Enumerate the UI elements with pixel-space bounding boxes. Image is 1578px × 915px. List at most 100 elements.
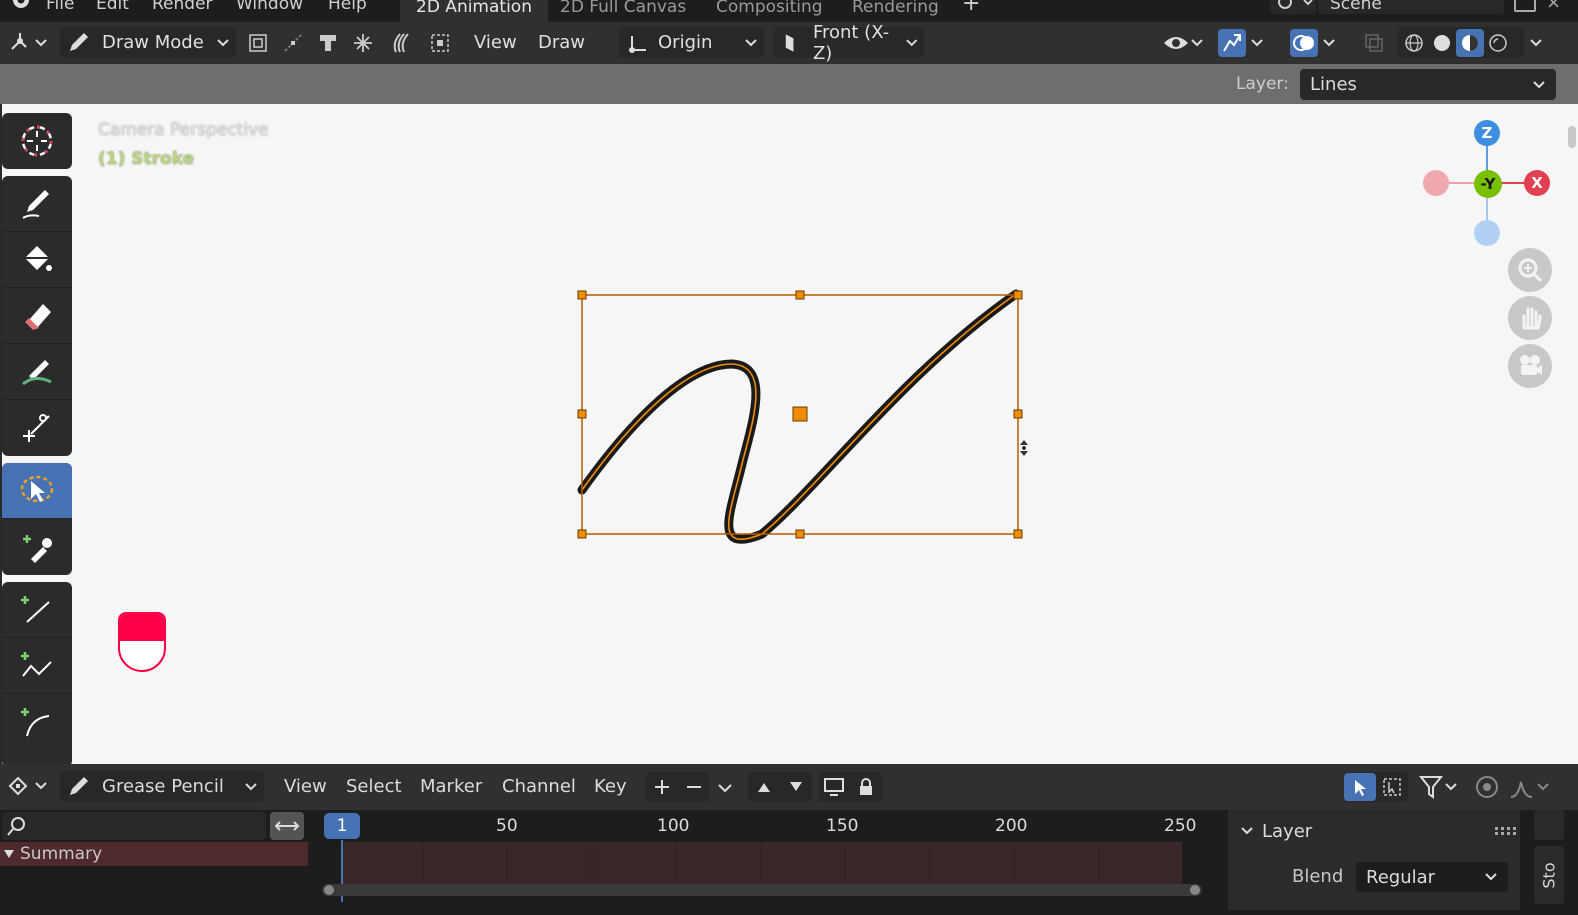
frame-ruler[interactable]: 1 50 100 150 200 250: [310, 810, 1220, 842]
cutter-tool[interactable]: [2, 400, 72, 456]
timeline-menu-channel[interactable]: Channel: [502, 776, 576, 797]
select-tool[interactable]: [2, 463, 72, 519]
keyframe-area[interactable]: [342, 842, 1182, 888]
layer-specials-button[interactable]: [716, 780, 734, 800]
move-layer-down-button[interactable]: [780, 773, 812, 801]
tint-tool[interactable]: [2, 344, 72, 400]
filter-dropdown[interactable]: [1418, 774, 1462, 800]
handle-bottom-mid[interactable]: [795, 529, 805, 539]
blender-logo-icon[interactable]: [6, 0, 32, 14]
fill-tool[interactable]: [2, 232, 72, 288]
viewport-scrollbar[interactable]: [1566, 104, 1578, 764]
proportional-edit-button[interactable]: [1474, 774, 1502, 805]
select-stroke-button[interactable]: [314, 27, 342, 58]
handle-bottom-right[interactable]: [1013, 529, 1023, 539]
gizmo-y-axis[interactable]: -Y: [1474, 170, 1502, 198]
arc-tool[interactable]: [2, 694, 72, 750]
lock-layer-button[interactable]: [850, 773, 882, 801]
zoom-button[interactable]: [1508, 248, 1552, 292]
handle-mid-left[interactable]: [577, 409, 587, 419]
rendered-shading-icon[interactable]: [1484, 29, 1512, 57]
handle-mid-right[interactable]: [1013, 409, 1023, 419]
falloff-dropdown[interactable]: [1508, 774, 1554, 805]
solid-shading-icon[interactable]: [1428, 29, 1456, 57]
scene-name-field[interactable]: Scene: [1318, 0, 1504, 14]
handle-bottom-left[interactable]: [577, 529, 587, 539]
shading-options-button[interactable]: [1526, 27, 1546, 58]
close-icon[interactable]: ×: [1546, 0, 1561, 13]
gizmo-neg-z-axis[interactable]: [1474, 220, 1500, 246]
auto-merge-button[interactable]: [349, 27, 377, 58]
gizmo-x-axis[interactable]: X: [1524, 170, 1550, 196]
timeline-editor-type-button[interactable]: [6, 772, 50, 800]
onion-skin-button[interactable]: [387, 27, 415, 58]
menu-edit[interactable]: Edit: [96, 0, 129, 14]
add-workspace-button[interactable]: +: [962, 0, 980, 16]
multiframe-button[interactable]: [244, 27, 272, 58]
material-shading-icon[interactable]: [1456, 28, 1484, 57]
timeline-menu-key[interactable]: Key: [594, 776, 627, 797]
layer-dropdown[interactable]: Lines: [1300, 69, 1556, 100]
xray-button[interactable]: [1360, 27, 1388, 58]
tab-compositing[interactable]: Compositing: [700, 0, 839, 22]
pan-button[interactable]: [1508, 296, 1552, 340]
isolate-layer-button[interactable]: [818, 773, 850, 801]
mode-dropdown[interactable]: Draw Mode: [60, 27, 236, 58]
handle-top-right[interactable]: [1013, 290, 1023, 300]
scrollbar-end-handle[interactable]: [1190, 885, 1200, 895]
overlays-button[interactable]: [1290, 27, 1338, 58]
handle-top-mid[interactable]: [795, 290, 805, 300]
tab-2d-full-canvas[interactable]: 2D Full Canvas: [544, 0, 702, 22]
line-tool[interactable]: [2, 582, 72, 638]
handle-center[interactable]: [792, 406, 808, 422]
drawing-plane-dropdown[interactable]: Front (X-Z): [774, 22, 924, 64]
timeline-menu-marker[interactable]: Marker: [420, 776, 482, 797]
remove-layer-button[interactable]: [678, 773, 710, 801]
erase-tool[interactable]: [2, 288, 72, 344]
scene-selector-icon[interactable]: [1270, 0, 1316, 14]
cursor-tool[interactable]: [2, 113, 72, 169]
gizmo-z-axis[interactable]: Z: [1474, 120, 1500, 146]
tab-rendering[interactable]: Rendering: [836, 0, 955, 22]
tab-2d-animation[interactable]: 2D Animation: [400, 0, 548, 22]
visibility-button[interactable]: [1160, 27, 1204, 58]
menu-view[interactable]: View: [474, 27, 517, 58]
polyline-tool[interactable]: [2, 638, 72, 694]
only-selected-button[interactable]: [1344, 773, 1376, 801]
swap-channels-button[interactable]: [270, 812, 304, 840]
draw-tool[interactable]: [2, 176, 72, 232]
menu-help[interactable]: Help: [328, 0, 367, 14]
layer-panel-header[interactable]: Layer: [1240, 818, 1516, 844]
timeline-mode-dropdown[interactable]: Grease Pencil: [60, 771, 264, 802]
handle-top-left[interactable]: [577, 290, 587, 300]
timeline-search-input[interactable]: [2, 812, 266, 840]
blend-dropdown[interactable]: Regular: [1356, 862, 1508, 892]
select-points-button[interactable]: [279, 27, 307, 58]
wireframe-shading-icon[interactable]: [1400, 29, 1428, 57]
menu-file[interactable]: File: [46, 0, 74, 14]
scrollbar-start-handle[interactable]: [324, 885, 334, 895]
menu-draw[interactable]: Draw: [538, 27, 585, 58]
camera-view-button[interactable]: [1508, 344, 1552, 388]
editor-type-button[interactable]: [6, 27, 50, 58]
current-frame-indicator[interactable]: 1: [324, 813, 360, 839]
timeline-scrollbar[interactable]: [322, 884, 1202, 896]
show-hidden-button[interactable]: [1376, 773, 1408, 801]
menu-window[interactable]: Window: [236, 0, 303, 14]
timeline-menu-select[interactable]: Select: [346, 776, 402, 797]
canvas-button[interactable]: [426, 27, 454, 58]
menu-render[interactable]: Render: [152, 0, 213, 14]
move-layer-up-button[interactable]: [748, 773, 780, 801]
sidebar-tab-sto[interactable]: Sto: [1534, 846, 1564, 904]
scrollbar-thumb[interactable]: [1568, 126, 1576, 148]
viewport[interactable]: Camera Perspective (1) Stroke Z -Y X: [0, 104, 1566, 764]
timeline-menu-view[interactable]: View: [284, 776, 327, 797]
origin-dropdown[interactable]: Origin: [618, 27, 764, 58]
eyedropper-tool[interactable]: [2, 519, 72, 575]
sidebar-tab-blank[interactable]: [1534, 810, 1564, 840]
gizmo-neg-x-axis[interactable]: [1423, 170, 1449, 196]
add-layer-button[interactable]: [646, 773, 678, 801]
gizmo-toggle-button[interactable]: [1218, 27, 1266, 58]
summary-channel[interactable]: Summary: [0, 842, 308, 866]
color-swatch[interactable]: [118, 612, 166, 672]
